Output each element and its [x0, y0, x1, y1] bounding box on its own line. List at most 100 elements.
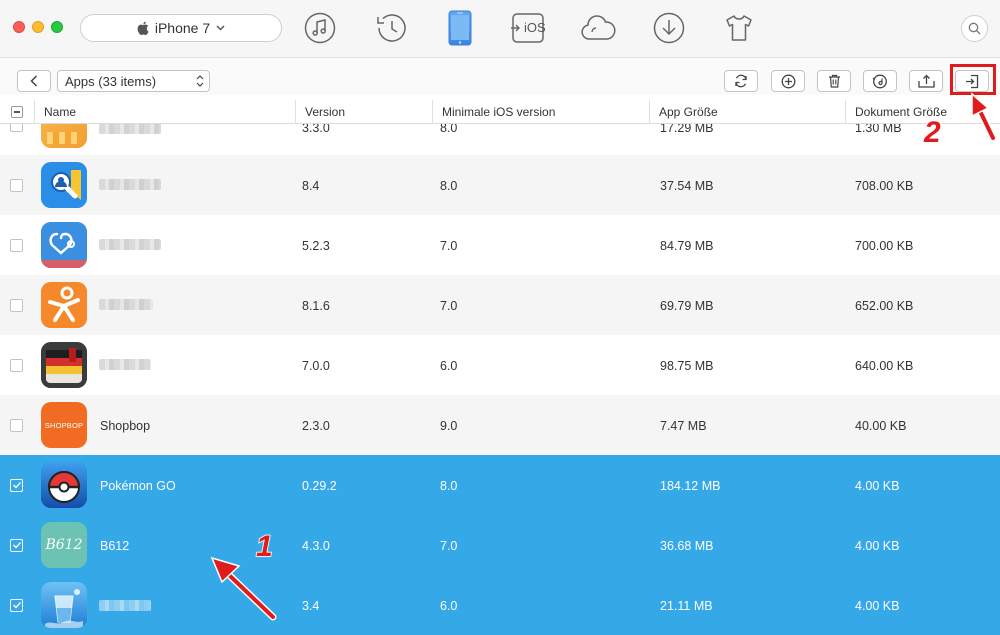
cell-version: 8.4 [302, 179, 320, 193]
music-icon [304, 12, 336, 44]
column-header-min-ios[interactable]: Minimale iOS version [432, 100, 649, 124]
nav-ios-transfer[interactable]: iOS [510, 10, 546, 46]
add-button[interactable] [771, 70, 805, 92]
cell-app-name: Pokémon GO [100, 479, 176, 493]
device-name: iPhone 7 [154, 20, 211, 36]
chevron-down-icon [216, 25, 225, 31]
toolbar: Apps (33 items) [0, 58, 1000, 100]
cell-version: 2.3.0 [302, 419, 330, 433]
to-computer-button[interactable] [909, 70, 943, 92]
nav-history[interactable] [373, 10, 409, 46]
cell-version: 8.1.6 [302, 299, 330, 313]
nav-download[interactable] [651, 10, 687, 46]
row-checkbox[interactable] [10, 179, 23, 192]
minimize-window-button[interactable] [32, 21, 44, 33]
b612-icon-text: B612 [45, 537, 83, 553]
download-icon [653, 12, 685, 44]
cell-min-ios: 7.0 [440, 299, 458, 313]
app-icon: B612 [41, 522, 87, 568]
back-button[interactable] [17, 70, 51, 92]
add-icon [781, 74, 795, 88]
row-checkbox[interactable] [10, 539, 23, 552]
export-button-highlight [950, 64, 996, 95]
column-header-version[interactable]: Version [295, 100, 432, 124]
refresh-button[interactable] [724, 70, 758, 92]
table-row[interactable]: 5.2.3 7.0 84.79 MB 700.00 KB [0, 215, 1000, 275]
table-row[interactable]: 8.1.6 7.0 69.79 MB 652.00 KB [0, 275, 1000, 335]
cell-app-size: 21.11 MB [660, 599, 713, 613]
column-header-name[interactable]: Name [34, 100, 295, 124]
table-row[interactable]: B612 B612 4.3.0 7.0 36.68 MB 4.00 KB [0, 515, 1000, 575]
shopbop-icon-text: SHOPBOP [44, 420, 84, 430]
ios-transfer-label: iOS [524, 20, 546, 35]
app-icon [41, 582, 87, 628]
device-selector[interactable]: iPhone 7 [80, 14, 282, 42]
cell-min-ios: 9.0 [440, 419, 458, 433]
app-icon [41, 222, 87, 268]
table-header: Name Version Minimale iOS version App Gr… [0, 100, 1000, 124]
select-all-checkbox[interactable] [11, 106, 23, 118]
row-checkbox[interactable] [10, 419, 23, 432]
nav-tools[interactable] [721, 10, 757, 46]
cell-doc-size: 4.00 KB [855, 539, 900, 553]
cell-version: 5.2.3 [302, 239, 330, 253]
table-row[interactable]: 8.4 8.0 37.54 MB 708.00 KB [0, 155, 1000, 215]
annotation-step-1: 1 [255, 529, 273, 564]
cell-doc-size: 652.00 KB [855, 299, 914, 313]
nav-device[interactable] [442, 10, 478, 46]
history-icon [377, 14, 406, 42]
cell-doc-size: 640.00 KB [855, 359, 914, 373]
category-label: Apps (33 items) [65, 73, 157, 89]
table-row[interactable]: Pokémon GO 0.29.2 8.0 184.12 MB 4.00 KB [0, 455, 1000, 515]
updown-chevron-icon [196, 75, 204, 87]
cell-app-name: Shopbop [100, 419, 151, 433]
stethoscope-app-icon [41, 222, 87, 268]
cell-min-ios: 6.0 [440, 599, 458, 613]
app-icon: SHOPBOP [41, 402, 87, 448]
cell-doc-size: 708.00 KB [855, 179, 914, 193]
nav-cloud[interactable] [580, 10, 616, 46]
close-window-button[interactable] [13, 21, 25, 33]
cell-min-ios: 8.0 [440, 179, 458, 193]
cell-doc-size: 700.00 KB [855, 239, 914, 253]
table-row[interactable]: 3.4 6.0 21.11 MB 4.00 KB [0, 575, 1000, 635]
row-checkbox[interactable] [10, 479, 23, 492]
cell-doc-size: 40.00 KB [855, 419, 907, 433]
cell-app-size: 98.75 MB [660, 359, 714, 373]
row-checkbox[interactable] [10, 299, 23, 312]
app-name-redacted [99, 239, 161, 250]
app-name-redacted [99, 359, 151, 370]
tshirt-icon [726, 15, 752, 41]
row-checkbox[interactable] [10, 359, 23, 372]
table-row[interactable]: 7.0.0 6.0 98.75 MB 640.00 KB [0, 335, 1000, 395]
row-checkbox[interactable] [10, 239, 23, 252]
cell-app-size: 84.79 MB [660, 239, 714, 253]
cell-doc-size: 4.00 KB [855, 479, 900, 493]
search-icon [968, 22, 981, 35]
delete-button[interactable] [817, 70, 851, 92]
category-select[interactable]: Apps (33 items) [57, 70, 210, 92]
cloud-icon [581, 15, 616, 40]
apple-logo-icon [137, 21, 149, 35]
app-name-redacted [99, 299, 153, 310]
column-header-doc-size[interactable]: Dokument Größe [845, 100, 1000, 124]
app-icon [41, 342, 87, 388]
water-glass-app-icon [41, 582, 87, 628]
cell-version: 7.0.0 [302, 359, 330, 373]
cell-app-size: 184.12 MB [660, 479, 721, 493]
annotation-step-2: 2 [923, 115, 941, 150]
cell-version: 3.4 [302, 599, 320, 613]
reinstall-button[interactable] [863, 70, 897, 92]
cell-app-size: 7.47 MB [660, 419, 707, 433]
cell-doc-size: 4.00 KB [855, 599, 900, 613]
cell-app-size: 69.79 MB [660, 299, 714, 313]
table-row[interactable]: SHOPBOP Shopbop 2.3.0 9.0 7.47 MB 40.00 … [0, 395, 1000, 455]
column-header-app-size[interactable]: App Größe [649, 100, 845, 124]
row-checkbox[interactable] [10, 599, 23, 612]
search-button[interactable] [961, 15, 988, 42]
cell-app-size: 36.68 MB [660, 539, 714, 553]
zoom-window-button[interactable] [51, 21, 63, 33]
cell-min-ios: 6.0 [440, 359, 458, 373]
app-icon [41, 282, 87, 328]
nav-music[interactable] [302, 10, 338, 46]
